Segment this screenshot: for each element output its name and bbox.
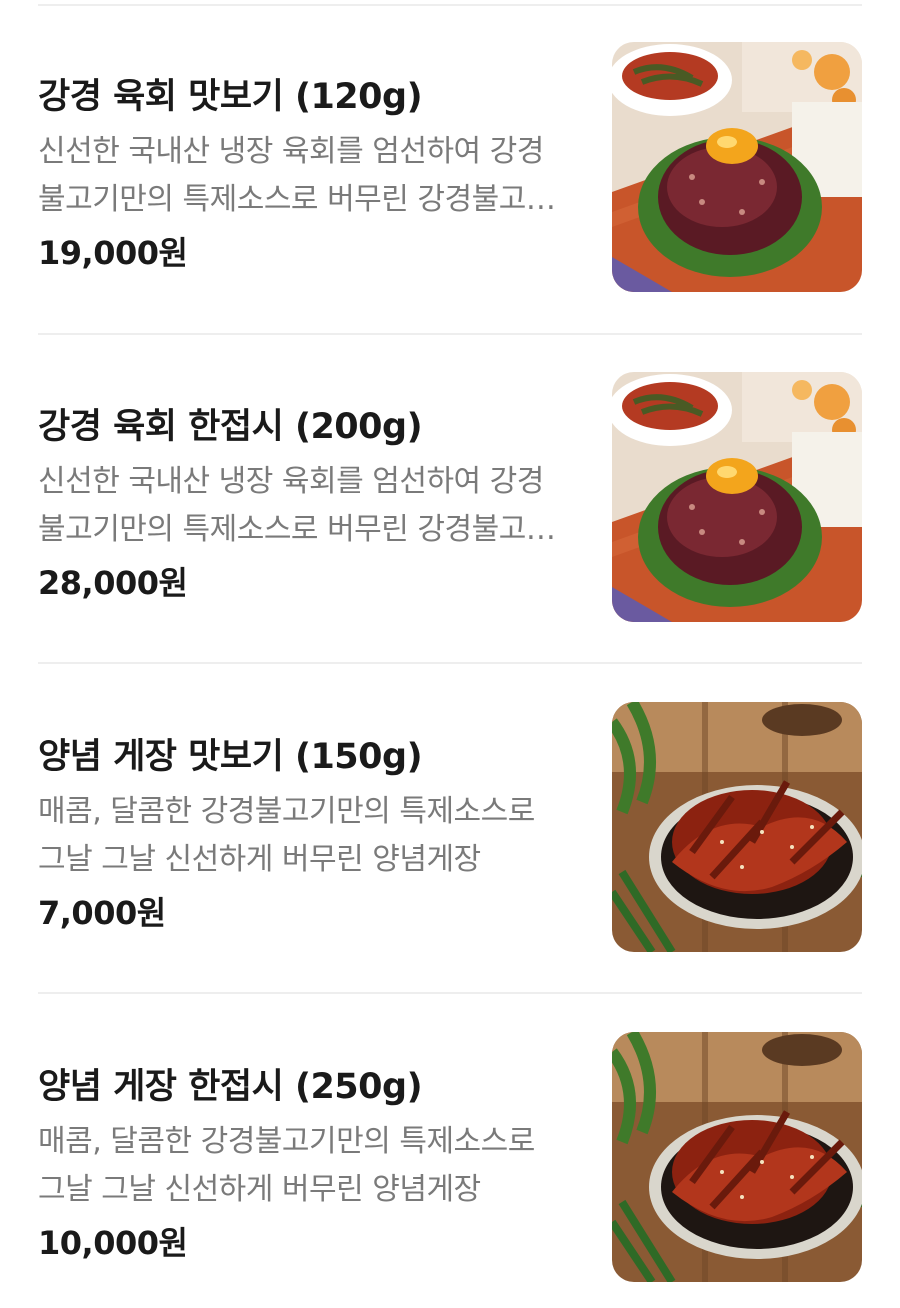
menu-item-description: 신선한 국내산 냉장 육회를 엄선하여 강경불고기만의 특제소스로 버무린 강경… xyxy=(38,134,553,217)
beef-tartare-photo[interactable] xyxy=(612,42,862,292)
menu-item-name: 강경 육회 한접시 (200g) xyxy=(38,407,423,447)
beef-tartare-photo[interactable] xyxy=(612,372,862,622)
menu-item-description: 매콤, 달콤한 강경불고기만의 특제소스로 그날 그날 신선하게 버무린 양념게… xyxy=(38,794,535,877)
spicy-crab-photo[interactable] xyxy=(612,702,862,952)
menu-item-name: 강경 육회 맛보기 (120g) xyxy=(38,77,423,117)
menu-item-description: 매콤, 달콤한 강경불고기만의 특제소스로 그날 그날 신선하게 버무린 양념게… xyxy=(38,1124,535,1207)
menu-item-price: 10,000원 xyxy=(38,1224,188,1262)
menu-item-gejang-plate[interactable]: 양념 게장 한접시 (250g) 매콤, 달콤한 강경불고기만의 특제소스로 그… xyxy=(0,990,900,1308)
spicy-crab-photo[interactable] xyxy=(612,1032,862,1282)
menu-item-name: 양념 게장 맛보기 (150g) xyxy=(38,737,423,777)
menu-item-name: 양념 게장 한접시 (250g) xyxy=(38,1067,423,1107)
menu-list: 강경 육회 맛보기 (120g) 신선한 국내산 냉장 육회를 엄선하여 강경불… xyxy=(0,0,900,1308)
menu-item-yukhoe-plate[interactable]: 강경 육회 한접시 (200g) 신선한 국내산 냉장 육회를 엄선하여 강경불… xyxy=(0,330,900,660)
menu-item-gejang-small[interactable]: 양념 게장 맛보기 (150g) 매콤, 달콤한 강경불고기만의 특제소스로 그… xyxy=(0,660,900,990)
menu-item-yukhoe-small[interactable]: 강경 육회 맛보기 (120g) 신선한 국내산 냉장 육회를 엄선하여 강경불… xyxy=(0,0,900,330)
menu-item-price: 28,000원 xyxy=(38,564,188,602)
menu-item-price: 19,000원 xyxy=(38,234,188,272)
menu-item-description: 신선한 국내산 냉장 육회를 엄선하여 강경불고기만의 특제소스로 버무린 강경… xyxy=(38,464,553,547)
menu-item-price: 7,000원 xyxy=(38,894,166,932)
